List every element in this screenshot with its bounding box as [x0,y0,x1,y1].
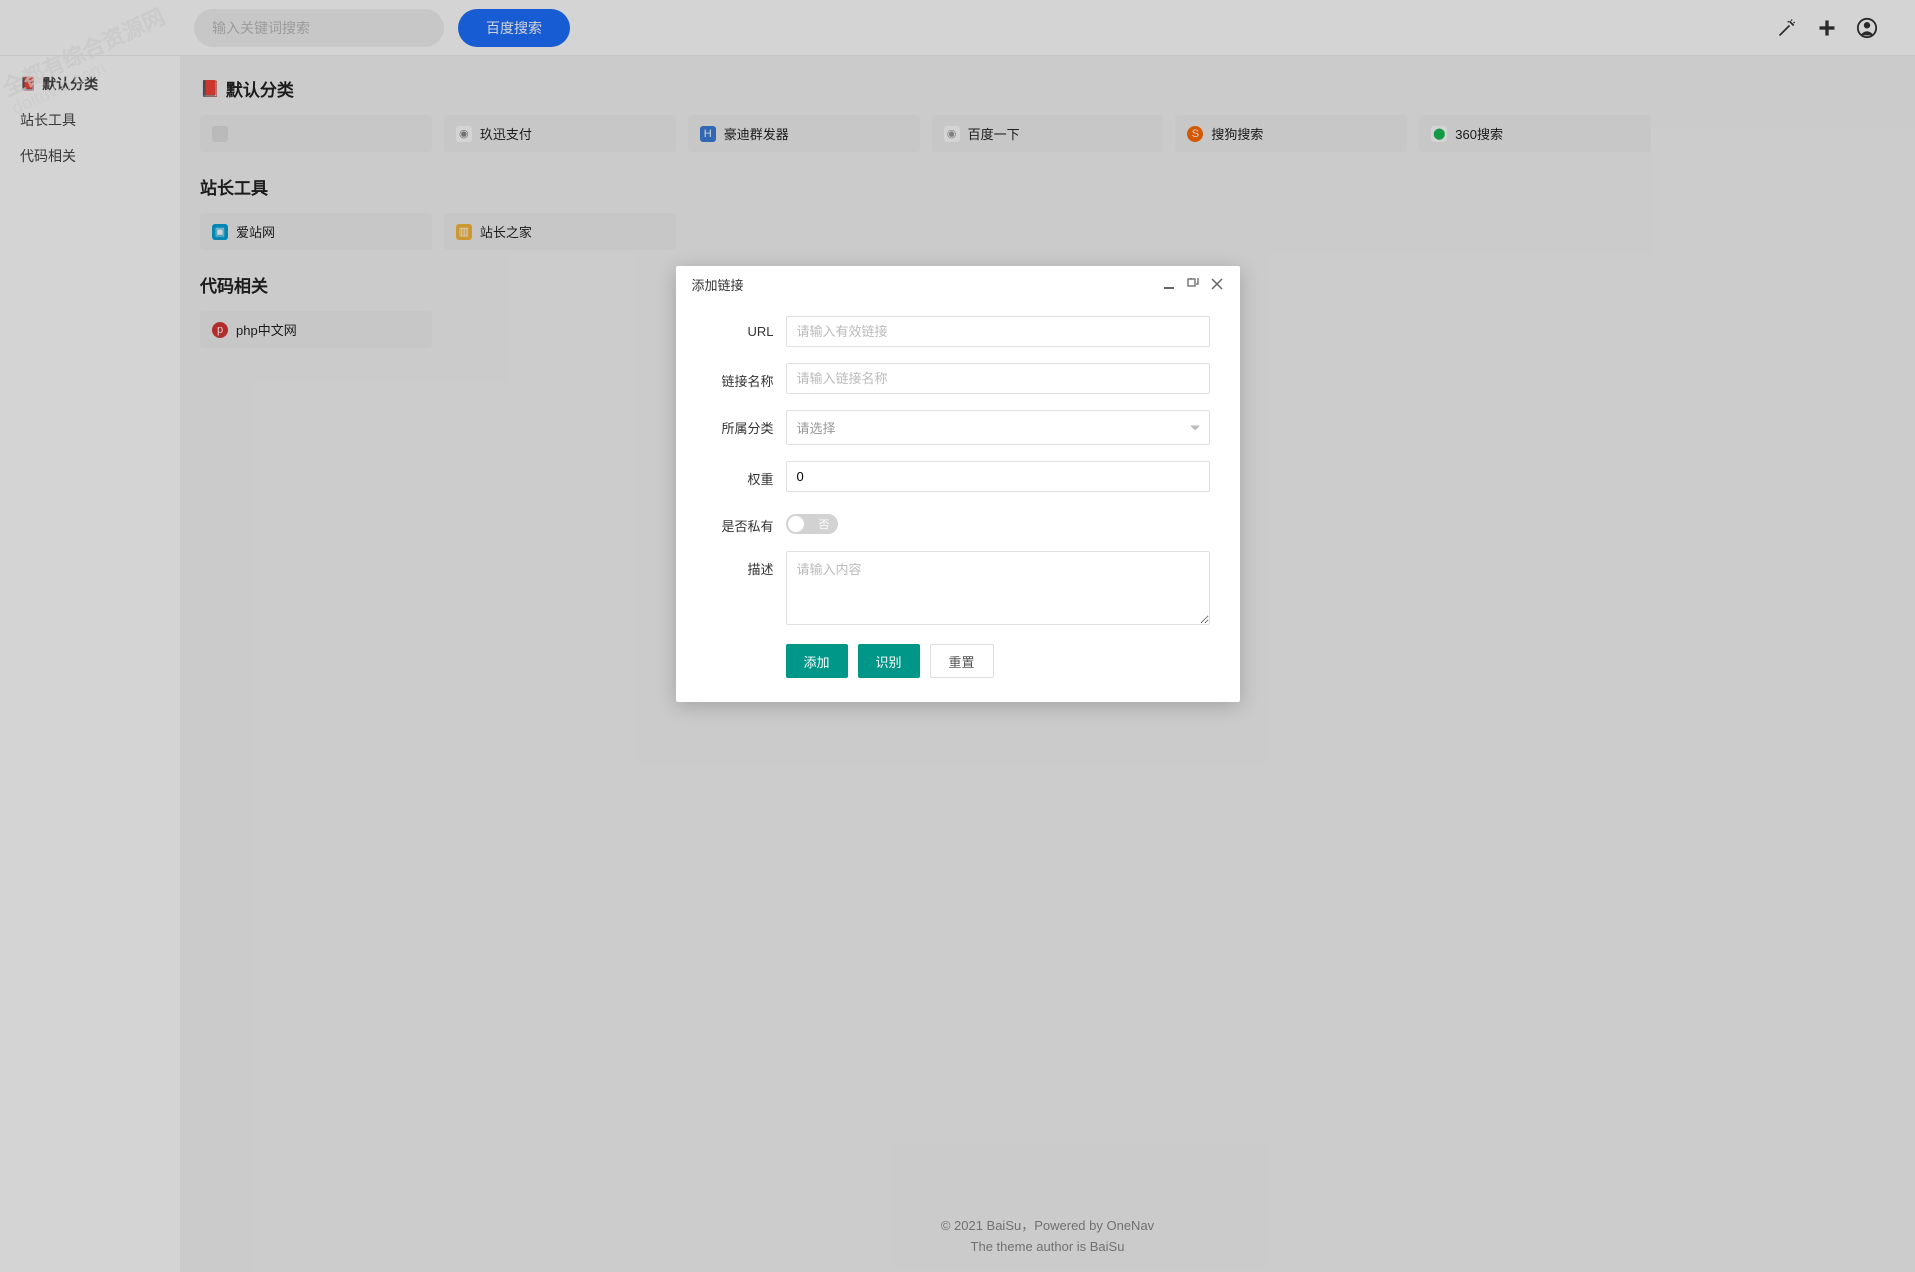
url-input[interactable] [786,316,1210,347]
reset-button[interactable]: 重置 [930,644,994,678]
private-toggle[interactable]: 否 [786,514,838,534]
desc-label: 描述 [706,551,786,578]
minimize-icon[interactable] [1158,273,1180,295]
form-row-private: 是否私有 否 [706,508,1210,535]
category-select[interactable]: 请选择 [786,410,1210,445]
weight-input[interactable] [786,461,1210,492]
form-row-name: 链接名称 [706,363,1210,394]
form-row-category: 所属分类 请选择 [706,410,1210,445]
form-row-desc: 描述 [706,551,1210,628]
add-button[interactable]: 添加 [786,644,848,678]
close-icon[interactable] [1206,273,1228,295]
modal-header: 添加链接 [676,266,1240,302]
desc-textarea[interactable] [786,551,1210,625]
toggle-knob [788,516,804,532]
modal-body: URL 链接名称 所属分类 请选择 权重 是否私有 [676,302,1240,702]
identify-button[interactable]: 识别 [858,644,920,678]
form-row-weight: 权重 [706,461,1210,492]
maximize-icon[interactable] [1182,273,1204,295]
url-label: URL [706,316,786,339]
weight-label: 权重 [706,461,786,488]
form-actions: 添加 识别 重置 [706,644,1210,678]
add-link-modal: 添加链接 URL 链接名称 所属分类 请选择 [676,266,1240,702]
form-row-url: URL [706,316,1210,347]
name-input[interactable] [786,363,1210,394]
modal-title: 添加链接 [692,275,1156,294]
private-label: 是否私有 [706,508,786,535]
chevron-down-icon [1190,425,1200,430]
name-label: 链接名称 [706,363,786,390]
toggle-text: 否 [819,516,830,532]
category-label: 所属分类 [706,410,786,437]
